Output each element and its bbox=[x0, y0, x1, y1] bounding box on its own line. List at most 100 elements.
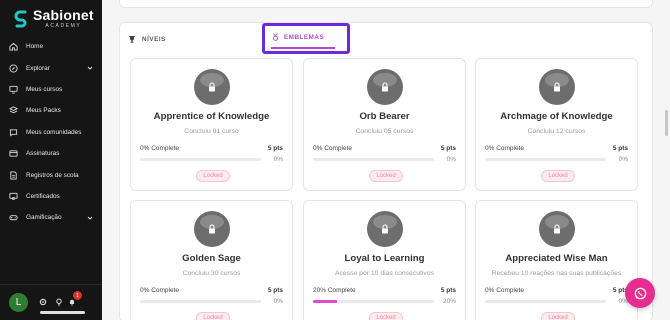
progress-bar bbox=[313, 158, 434, 161]
lightbulb-icon[interactable] bbox=[55, 298, 63, 306]
sidebar-item-registros[interactable]: Registros de scola bbox=[0, 164, 102, 185]
brand-logo[interactable]: Sabionet ACADEMY bbox=[14, 8, 94, 29]
trophy-icon bbox=[128, 35, 136, 43]
panel-top bbox=[119, 0, 653, 8]
lock-icon bbox=[208, 224, 216, 234]
badge-description: Concluiu 01 curso bbox=[184, 128, 239, 135]
badge-title: Appreciated Wise Man bbox=[505, 253, 608, 264]
progress-label: 0% Complete bbox=[313, 145, 353, 152]
sidebar-item-meus-cursos[interactable]: Meus cursos bbox=[0, 79, 102, 100]
sidebar-item-meus-packs[interactable]: Meus Packs bbox=[0, 100, 102, 121]
lock-icon bbox=[553, 82, 561, 92]
progress-label: 0% Complete bbox=[485, 145, 525, 152]
sidebar-item-label: Certificados bbox=[26, 192, 60, 200]
progress-bar bbox=[140, 158, 261, 161]
sidebar-item-certificados[interactable]: Certificados bbox=[0, 186, 102, 207]
badge-description: Concluiu 30 cursos bbox=[182, 270, 241, 277]
badge-title: Golden Sage bbox=[182, 253, 241, 264]
badge-description: Acesse por 10 dias consecutivos bbox=[335, 270, 434, 277]
progress-label: 20% Complete bbox=[313, 287, 356, 294]
badge-card[interactable]: Appreciated Wise Man Recebeu 10 reações n… bbox=[475, 200, 638, 320]
sidebar-item-label: Meus comunidades bbox=[26, 128, 82, 136]
progress-percent: 0% bbox=[273, 156, 283, 163]
progress-bar bbox=[485, 158, 606, 161]
brand-name: Sabionet bbox=[33, 7, 94, 23]
locked-status-badge: Locked bbox=[541, 312, 575, 320]
lock-icon bbox=[381, 82, 389, 92]
lock-icon bbox=[208, 82, 216, 92]
layers-icon bbox=[8, 106, 18, 116]
gamepad-icon bbox=[8, 213, 18, 223]
user-bar: L 1 bbox=[0, 284, 102, 320]
locked-status-badge: Locked bbox=[541, 170, 575, 182]
chat-fab-button[interactable] bbox=[625, 278, 655, 308]
tab-niveis[interactable]: NÍVEIS bbox=[128, 35, 166, 43]
badge-title: Apprentice of Knowledge bbox=[153, 111, 270, 122]
badge-description: Concluiu 05 cursos bbox=[355, 128, 414, 135]
avatar[interactable]: L bbox=[9, 293, 28, 312]
sidebar-item-label: Meus cursos bbox=[26, 85, 63, 93]
badge-description: Recebeu 10 reações nas suas publicações bbox=[491, 270, 622, 277]
locked-status-badge: Locked bbox=[196, 312, 230, 320]
badge-image bbox=[194, 69, 230, 105]
scrollbar[interactable] bbox=[665, 110, 668, 136]
badge-description: Concluiu 12 cursos bbox=[527, 128, 586, 135]
sidebar-item-label: Gamificação bbox=[26, 214, 62, 222]
badge-title: Orb Bearer bbox=[359, 111, 410, 122]
badge-card[interactable]: Loyal to Learning Acesse por 10 dias cons… bbox=[303, 200, 466, 320]
progress-bar bbox=[140, 300, 261, 303]
progress-label: 0% Complete bbox=[140, 145, 180, 152]
badge-title: Archmage of Knowledge bbox=[500, 111, 613, 122]
locked-status-badge: Locked bbox=[196, 170, 230, 182]
progress-label: 0% Complete bbox=[140, 287, 180, 294]
sidebar-item-label: Meus Packs bbox=[26, 107, 61, 115]
home-icon bbox=[8, 42, 18, 52]
locked-status-badge: Locked bbox=[369, 312, 403, 320]
tabs: NÍVEIS bbox=[128, 33, 166, 45]
certificate-icon bbox=[8, 191, 18, 201]
home-indicator bbox=[40, 311, 85, 314]
tab-emblemas-label: EMBLEMAS bbox=[284, 33, 325, 41]
sidebar-item-meus-comunidades[interactable]: Meus comunidades bbox=[0, 122, 102, 143]
badge-card[interactable]: Orb Bearer Concluiu 05 cursos 0% Complete 5… bbox=[303, 58, 466, 191]
sidebar-item-explorar[interactable]: Explorar bbox=[0, 57, 102, 78]
badge-image bbox=[539, 69, 575, 105]
points-value: 5 pts bbox=[440, 145, 456, 152]
badge-image bbox=[367, 69, 403, 105]
progress-bar bbox=[313, 300, 434, 303]
progress-fill bbox=[313, 300, 338, 303]
locked-status-badge: Locked bbox=[369, 170, 403, 182]
points-value: 5 pts bbox=[267, 145, 283, 152]
progress-percent: 0% bbox=[446, 156, 456, 163]
sidebar-item-assinaturas[interactable]: Assinaturas bbox=[0, 143, 102, 164]
badge-card[interactable]: Archmage of Knowledge Concluiu 12 cursos 0… bbox=[475, 58, 638, 191]
sidebar-item-label: Registros de scola bbox=[26, 171, 79, 179]
settings-icon[interactable] bbox=[39, 298, 47, 306]
progress-percent: 20% bbox=[442, 298, 456, 305]
sidebar-item-label: Home bbox=[26, 43, 44, 51]
chevron-down-icon bbox=[87, 215, 93, 221]
badge-image bbox=[539, 211, 575, 247]
notification-badge: 1 bbox=[73, 291, 82, 300]
points-value: 5 pts bbox=[612, 145, 628, 152]
card-icon bbox=[8, 149, 18, 159]
document-icon bbox=[8, 170, 18, 180]
sidebar-item-gamificacao[interactable]: Gamificação bbox=[0, 207, 102, 228]
lock-icon bbox=[553, 224, 561, 234]
compass-icon bbox=[8, 63, 18, 73]
lock-icon bbox=[381, 224, 389, 234]
medal-icon bbox=[272, 33, 279, 41]
main-content: NÍVEIS EMBLEMAS Apprentice of Knowledge C… bbox=[102, 0, 670, 320]
points-value: 5 pts bbox=[440, 287, 456, 294]
badge-image bbox=[367, 211, 403, 247]
sidebar-item-label: Assinaturas bbox=[26, 150, 60, 158]
logo-icon bbox=[14, 10, 28, 28]
badge-card[interactable]: Apprentice of Knowledge Concluiu 01 curso… bbox=[130, 58, 293, 191]
progress-percent: 0% bbox=[273, 298, 283, 305]
points-value: 5 pts bbox=[267, 287, 283, 294]
tab-emblemas[interactable]: EMBLEMAS bbox=[262, 23, 350, 54]
sidebar-item-home[interactable]: Home bbox=[0, 36, 102, 57]
chevron-down-icon bbox=[87, 65, 93, 71]
badge-card[interactable]: Golden Sage Concluiu 30 cursos 0% Complete… bbox=[130, 200, 293, 320]
sidebar-nav: Home Explorar Meus cursos Meus Packs Meu… bbox=[0, 36, 102, 229]
